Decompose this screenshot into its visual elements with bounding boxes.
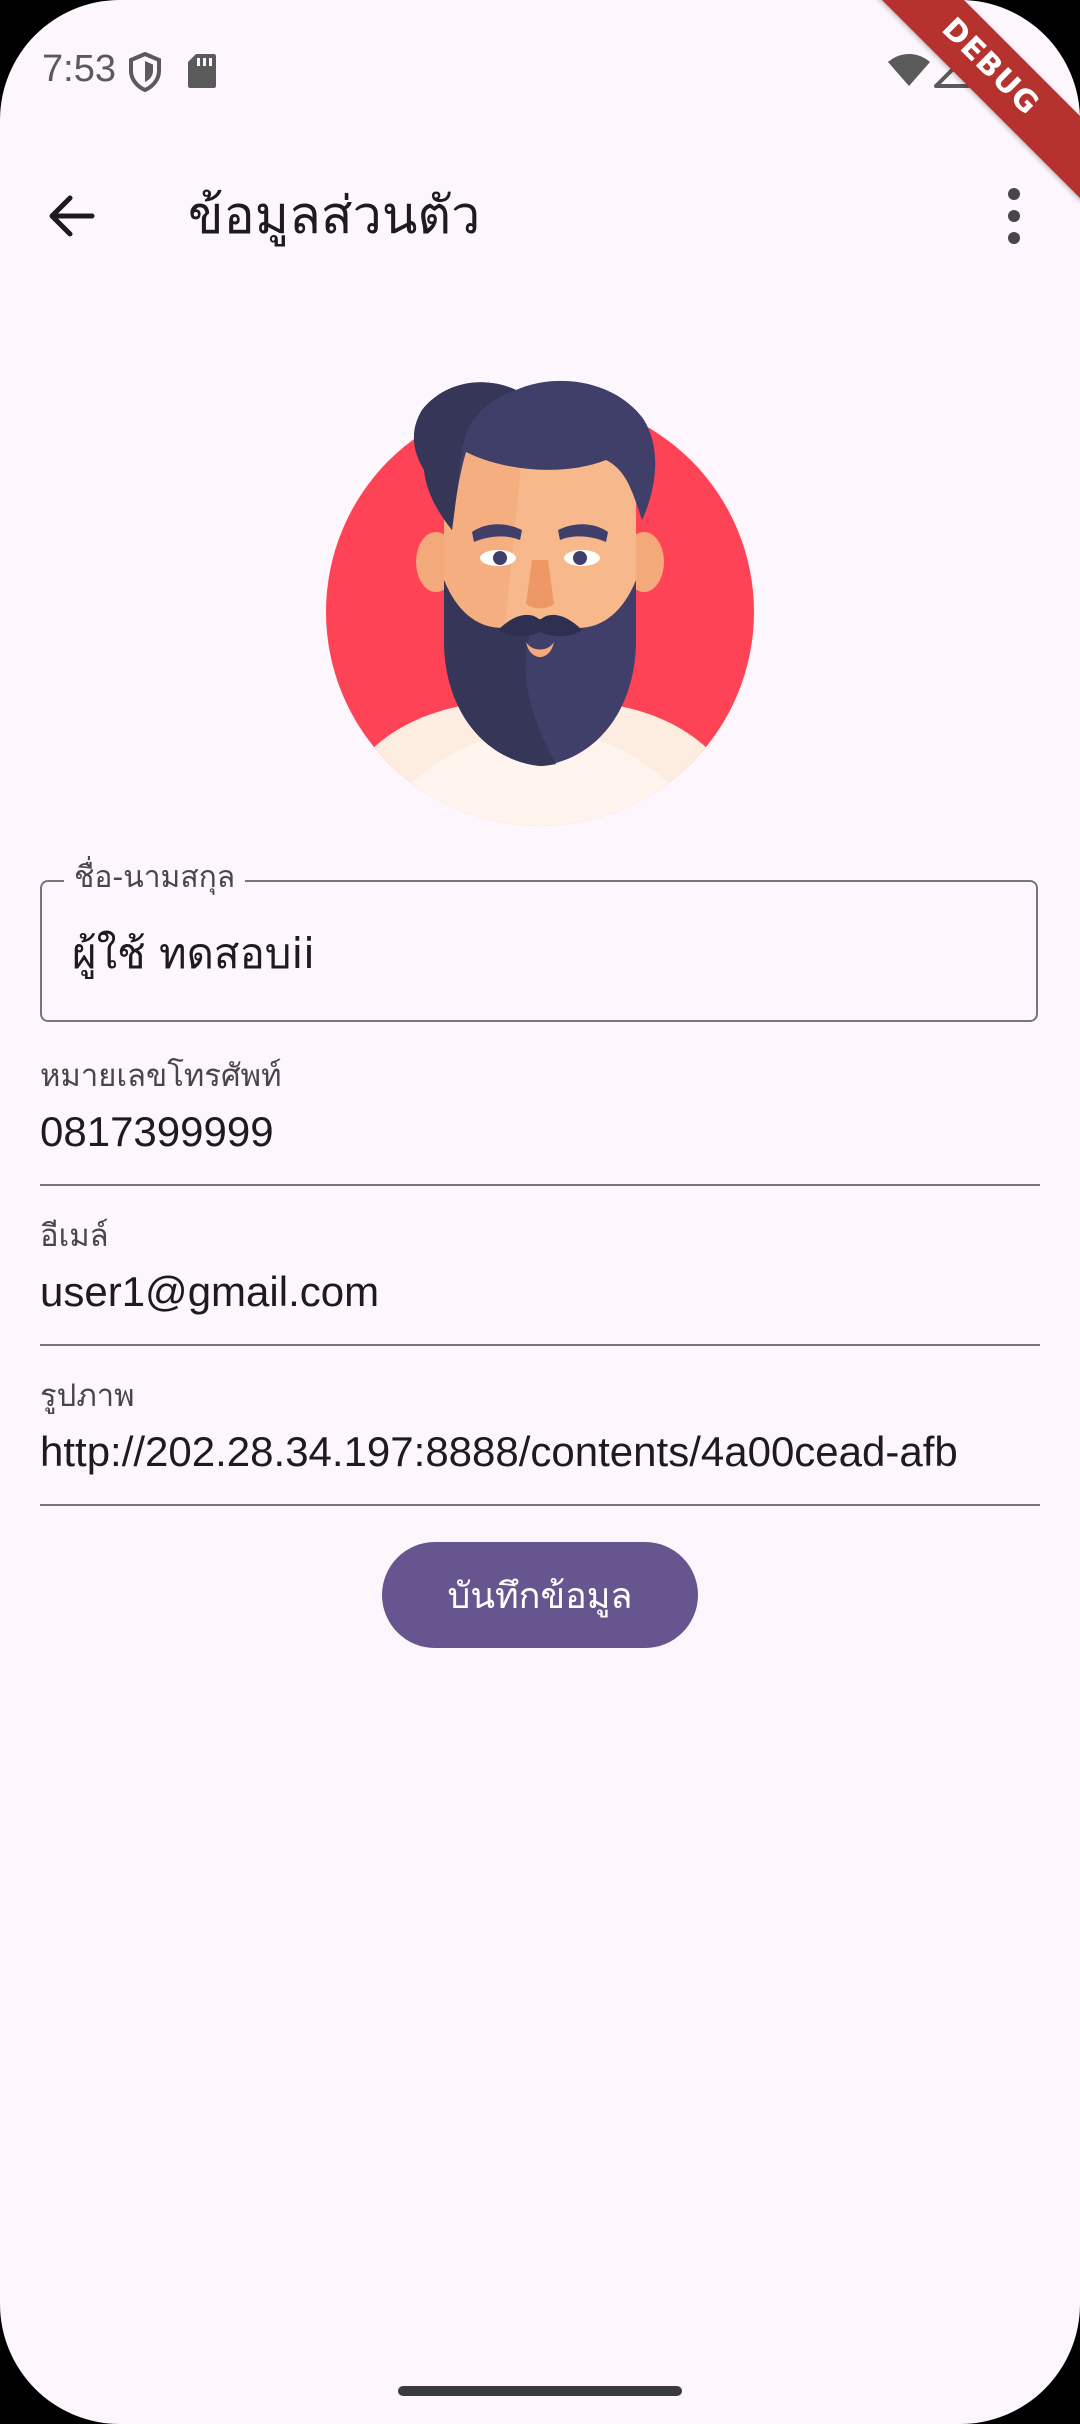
more-vert-icon[interactable] <box>984 180 1044 252</box>
shield-icon <box>129 52 161 92</box>
save-button[interactable]: บันทึกข้อมูล <box>382 1542 698 1648</box>
image-url-field-label: รูปภาพ <box>40 1378 135 1414</box>
home-indicator[interactable] <box>398 2386 682 2396</box>
name-field-label: ชื่อ-นามสกุล <box>64 858 246 898</box>
phone-field-value[interactable]: 0817399999 <box>40 1104 1040 1160</box>
phone-field-label: หมายเลขโทรศัพท์ <box>40 1058 282 1094</box>
page-title: ข้อมูลส่วนตัว <box>188 186 481 246</box>
app-bar: ข้อมูลส่วนตัว <box>0 150 1080 280</box>
email-field-label: อีเมล์ <box>40 1218 109 1254</box>
wifi-icon <box>888 54 930 86</box>
sd-card-icon <box>188 54 216 88</box>
image-url-field[interactable]: รูปภาพ http://202.28.34.197:8888/content… <box>40 1376 1040 1506</box>
bearded-man-avatar-icon <box>326 380 754 826</box>
app-screen: 7:53 DEBUG ข้อมูลส่วนตัว ชื่อ-นามสกุล ผู… <box>0 0 1080 2424</box>
status-time: 7:53 <box>42 48 116 90</box>
image-url-field-value[interactable]: http://202.28.34.197:8888/contents/4a00c… <box>40 1424 1040 1480</box>
email-field[interactable]: อีเมล์ user1@gmail.com <box>40 1216 1040 1346</box>
phone-field[interactable]: หมายเลขโทรศัพท์ 0817399999 <box>40 1056 1040 1186</box>
name-field-value[interactable]: ผู้ใช้ ทดสอบii <box>72 926 315 982</box>
name-field[interactable]: ชื่อ-นามสกุล ผู้ใช้ ทดสอบii <box>40 858 1038 1022</box>
email-field-value[interactable]: user1@gmail.com <box>40 1264 1040 1320</box>
arrow-back-icon[interactable] <box>36 180 108 252</box>
